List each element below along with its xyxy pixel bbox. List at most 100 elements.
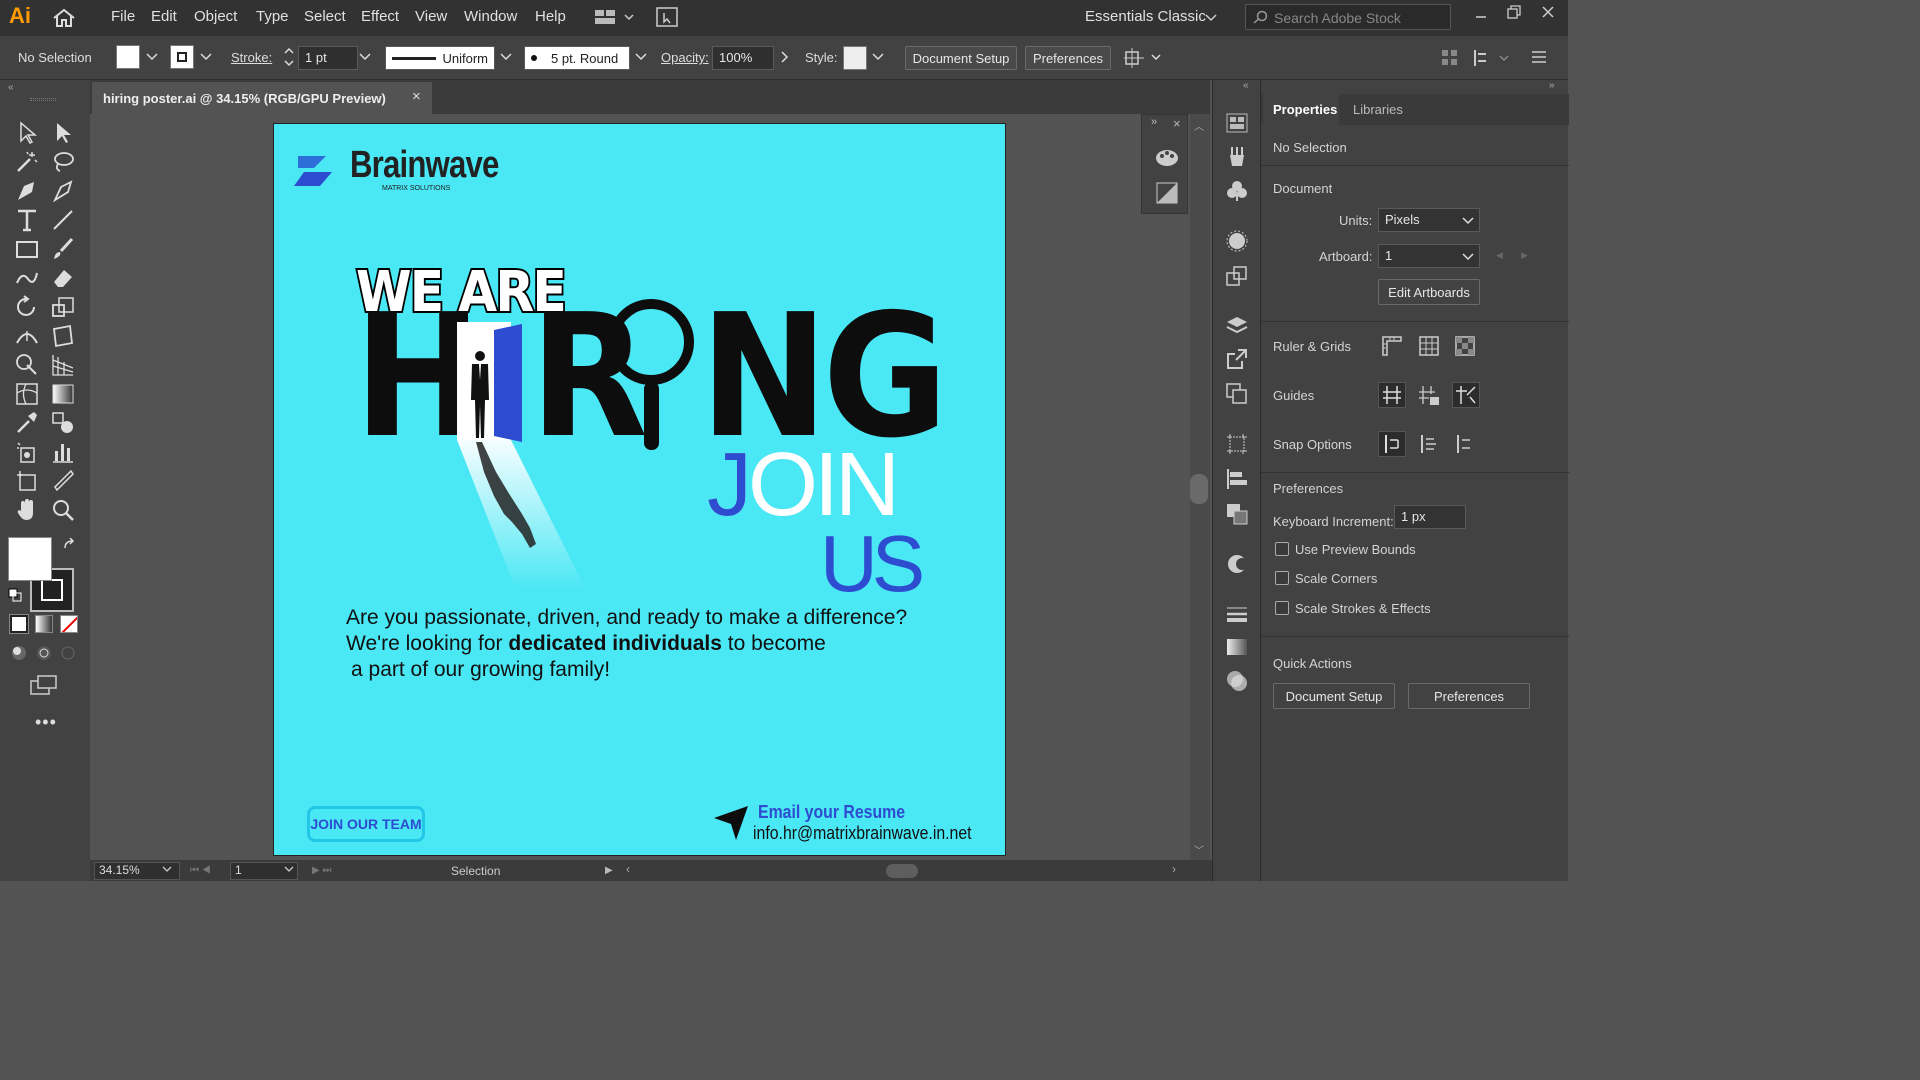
- column-graph-tool-icon[interactable]: [50, 439, 76, 465]
- horizontal-scroll-thumb[interactable]: [886, 864, 918, 878]
- color-panel-icon[interactable]: [1226, 553, 1250, 575]
- variable-width-profile[interactable]: Uniform: [385, 46, 495, 70]
- align-icon[interactable]: [1440, 48, 1460, 68]
- snap-icon[interactable]: [1472, 48, 1512, 68]
- collapse-icon[interactable]: «: [1243, 80, 1249, 91]
- artboard-select-icon[interactable]: [1226, 433, 1248, 455]
- graphic-style-swatch[interactable]: [843, 46, 867, 70]
- panel-menu-icon[interactable]: [1531, 50, 1547, 64]
- stroke-swatch[interactable]: [170, 45, 194, 69]
- transparency-icon[interactable]: [1156, 182, 1178, 204]
- chevron-down-icon[interactable]: [200, 52, 212, 62]
- document-setup-button[interactable]: Document Setup: [905, 46, 1017, 70]
- gradient-panel-icon[interactable]: [1226, 638, 1248, 656]
- color-guide-icon[interactable]: [1154, 147, 1180, 167]
- scroll-down-icon[interactable]: ﹀: [1194, 842, 1204, 857]
- tab-properties[interactable]: Properties: [1263, 94, 1339, 125]
- gradient-tool-icon[interactable]: [50, 381, 76, 407]
- quick-preferences-button[interactable]: Preferences: [1408, 683, 1530, 709]
- more-tools-icon[interactable]: •••: [35, 712, 57, 733]
- stroke-panel-icon[interactable]: [1226, 603, 1248, 625]
- stroke-stepper-icon[interactable]: [282, 45, 296, 69]
- hand-tool-icon[interactable]: [14, 497, 40, 523]
- document-tab[interactable]: hiring poster.ai @ 34.15% (RGB/GPU Previ…: [92, 82, 432, 114]
- default-fill-stroke-icon[interactable]: [8, 588, 22, 602]
- eyedropper-tool-icon[interactable]: [14, 410, 40, 436]
- smart-guides-icon[interactable]: [1452, 382, 1480, 408]
- eraser-tool-icon[interactable]: [50, 265, 76, 291]
- status-menu-icon[interactable]: ▶: [605, 865, 613, 876]
- paintbrush-tool-icon[interactable]: [50, 236, 76, 262]
- gpu-performance-icon[interactable]: [656, 7, 678, 27]
- direct-selection-tool-icon[interactable]: [50, 120, 76, 146]
- menu-effect[interactable]: Effect: [361, 8, 399, 25]
- menu-edit[interactable]: Edit: [151, 8, 177, 25]
- scale-corners-checkbox[interactable]: [1275, 571, 1289, 585]
- scroll-left-icon[interactable]: ‹: [626, 862, 630, 876]
- menu-select[interactable]: Select: [304, 8, 346, 25]
- expand-icon[interactable]: »: [1549, 80, 1555, 91]
- opacity-label[interactable]: Opacity:: [661, 50, 709, 65]
- chevron-down-icon[interactable]: [635, 52, 647, 62]
- menu-file[interactable]: File: [111, 8, 135, 25]
- none-mode-icon[interactable]: [60, 615, 78, 633]
- mesh-tool-icon[interactable]: [14, 381, 40, 407]
- rotate-tool-icon[interactable]: [14, 294, 40, 320]
- use-preview-bounds-checkbox[interactable]: [1275, 542, 1289, 556]
- line-segment-tool-icon[interactable]: [50, 207, 76, 233]
- stroke-label[interactable]: Stroke:: [231, 50, 272, 65]
- minimize-icon[interactable]: [1474, 8, 1488, 22]
- grid-icon[interactable]: [1418, 335, 1440, 357]
- chevron-down-icon[interactable]: [162, 866, 172, 874]
- blend-tool-icon[interactable]: [50, 410, 76, 436]
- scale-strokes-checkbox[interactable]: [1275, 601, 1289, 615]
- zoom-tool-icon[interactable]: [50, 497, 76, 523]
- chevron-down-icon[interactable]: [1462, 216, 1474, 226]
- snap-to-point-icon[interactable]: [1378, 431, 1406, 457]
- chevron-down-icon[interactable]: [1462, 252, 1474, 262]
- draw-normal-icon[interactable]: [10, 644, 80, 662]
- pen-tool-icon[interactable]: [14, 178, 40, 204]
- quick-document-setup-button[interactable]: Document Setup: [1273, 683, 1395, 709]
- menu-type[interactable]: Type: [256, 8, 289, 25]
- pathfinder-panel-icon[interactable]: [1226, 503, 1248, 525]
- free-transform-tool-icon[interactable]: [50, 323, 76, 349]
- scroll-thumb[interactable]: [1190, 474, 1208, 504]
- next-artboard-icon[interactable]: ▶: [1521, 250, 1528, 261]
- show-guides-icon[interactable]: [1378, 382, 1406, 408]
- collapse-icon[interactable]: «: [8, 82, 14, 93]
- artboards-panel-icon[interactable]: [1226, 113, 1248, 133]
- close-panel-icon[interactable]: ×: [1173, 116, 1181, 131]
- perspective-grid-tool-icon[interactable]: [50, 352, 76, 378]
- chevron-right-icon[interactable]: [780, 50, 790, 64]
- stock-search-input[interactable]: Search Adobe Stock: [1245, 4, 1451, 30]
- edit-artboards-button[interactable]: Edit Artboards: [1378, 279, 1480, 305]
- brush-definition[interactable]: 5 pt. Round: [524, 46, 630, 70]
- tab-libraries[interactable]: Libraries: [1353, 102, 1403, 117]
- color-mode-icon[interactable]: [9, 614, 29, 634]
- transform-icon[interactable]: [1124, 47, 1164, 69]
- scroll-right-icon[interactable]: ›: [1172, 862, 1176, 876]
- expand-panel-icon[interactable]: »: [1151, 116, 1157, 128]
- lasso-tool-icon[interactable]: [50, 149, 76, 175]
- libraries-panel-icon[interactable]: [1226, 383, 1248, 405]
- close-icon[interactable]: [1540, 4, 1556, 20]
- layers-panel-icon[interactable]: [1226, 315, 1248, 337]
- gradient-mode-icon[interactable]: [35, 615, 53, 633]
- preferences-button[interactable]: Preferences: [1025, 46, 1111, 70]
- slice-tool-icon[interactable]: [50, 468, 76, 494]
- shaper-tool-icon[interactable]: [14, 265, 40, 291]
- lock-guides-icon[interactable]: [1417, 384, 1441, 406]
- arrange-documents-icon[interactable]: [594, 9, 634, 25]
- menu-object[interactable]: Object: [194, 8, 237, 25]
- appearance-panel-icon[interactable]: [1226, 230, 1248, 252]
- rectangle-tool-icon[interactable]: [14, 236, 40, 262]
- chevron-down-icon[interactable]: [872, 52, 884, 62]
- swap-fill-stroke-icon[interactable]: [62, 538, 78, 552]
- align-panel-icon[interactable]: [1226, 468, 1248, 490]
- curvature-tool-icon[interactable]: [50, 178, 76, 204]
- ruler-icon[interactable]: [1381, 335, 1403, 357]
- transparency-panel-icon[interactable]: [1226, 670, 1248, 692]
- close-tab-icon[interactable]: ×: [412, 88, 421, 105]
- shape-builder-tool-icon[interactable]: [14, 352, 40, 378]
